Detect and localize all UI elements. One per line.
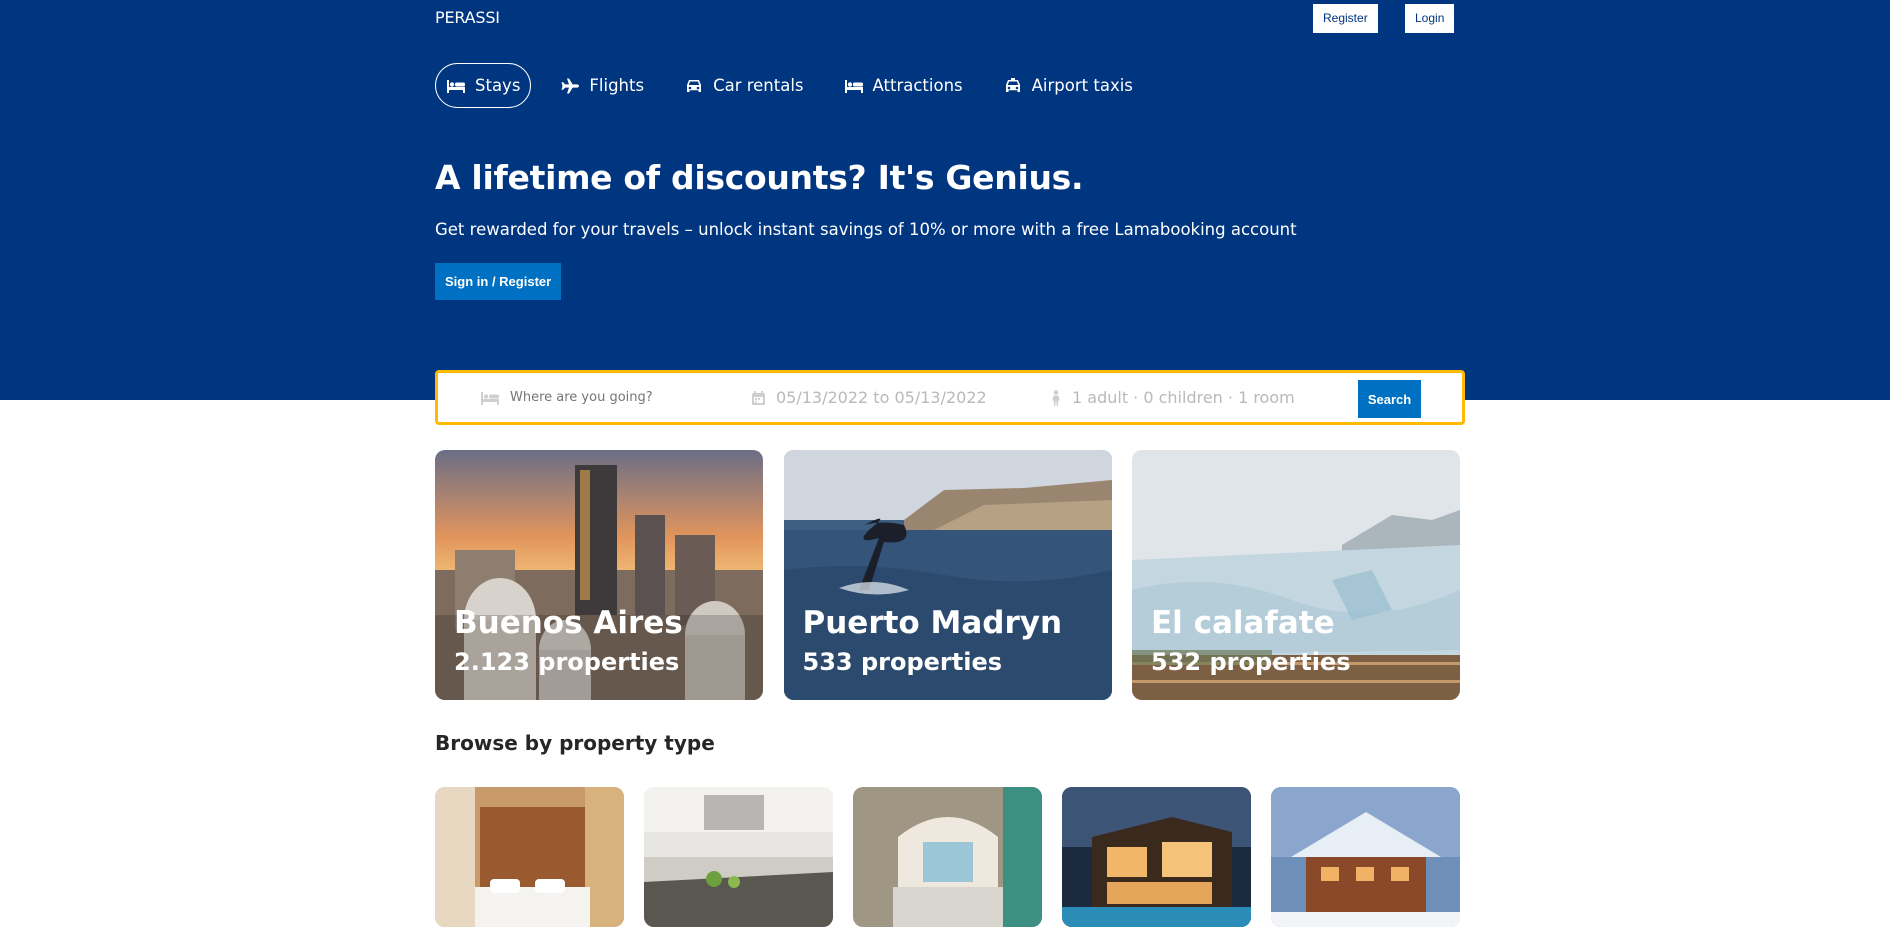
nav-item-airport-taxis[interactable]: Airport taxis xyxy=(992,63,1144,108)
city-name: Puerto Madryn xyxy=(802,605,1063,641)
nav-item-label: Airport taxis xyxy=(1031,76,1133,95)
login-button[interactable]: Login xyxy=(1405,4,1455,33)
apartment-image xyxy=(644,787,833,927)
plane-icon xyxy=(561,78,580,93)
property-type-card[interactable] xyxy=(1271,787,1460,927)
nav-item-stays[interactable]: Stays xyxy=(435,63,532,108)
logo[interactable]: PERASSI xyxy=(435,8,500,27)
destination-field[interactable] xyxy=(480,373,710,422)
nav-item-car-rentals[interactable]: Car rentals xyxy=(673,63,814,108)
city-card-buenos-aires[interactable]: Buenos Aires 2.123 properties xyxy=(435,450,763,700)
date-range-text: 05/13/2022 to 05/13/2022 xyxy=(776,388,987,407)
hotel-image xyxy=(435,787,624,927)
sign-in-register-button[interactable]: Sign in / Register xyxy=(435,263,562,300)
property-type-card[interactable] xyxy=(644,787,833,927)
guests-text: 1 adult · 0 children · 1 room xyxy=(1072,388,1295,407)
date-range-field[interactable]: 05/13/2022 to 05/13/2022 xyxy=(751,373,987,422)
nav-item-flights[interactable]: Flights xyxy=(549,63,655,108)
nav-item-label: Attractions xyxy=(872,76,963,95)
nav-item-attractions[interactable]: Attractions xyxy=(833,63,974,108)
bed-icon xyxy=(844,79,863,93)
city-name: El calafate xyxy=(1151,605,1335,641)
taxi-icon xyxy=(1005,77,1020,92)
bed-icon xyxy=(447,79,465,93)
hero-title: A lifetime of discounts? It's Genius. xyxy=(435,158,1084,197)
property-type-card[interactable] xyxy=(435,787,624,927)
register-button[interactable]: Register xyxy=(1313,4,1378,33)
destination-input[interactable] xyxy=(510,390,710,405)
hero-subtitle: Get rewarded for your travels – unlock i… xyxy=(435,220,1297,239)
car-icon xyxy=(687,79,702,92)
property-type-card[interactable] xyxy=(853,787,1042,927)
person-icon xyxy=(1052,389,1060,406)
nav-item-label: Car rentals xyxy=(713,76,804,95)
nav-bar: Stays Flights Car rentals Attractions Ai… xyxy=(435,63,1162,108)
city-card-puerto-madryn[interactable]: Puerto Madryn 533 properties xyxy=(783,450,1112,700)
browse-property-type-heading: Browse by property type xyxy=(435,731,715,755)
search-bar: 05/13/2022 to 05/13/2022 1 adult · 0 chi… xyxy=(435,370,1465,425)
resort-image xyxy=(853,787,1042,927)
cabin-image xyxy=(1271,787,1460,927)
city-card-el-calafate[interactable]: El calafate 532 properties xyxy=(1132,450,1460,700)
calendar-icon xyxy=(752,390,765,405)
nav-item-label: Stays xyxy=(475,76,521,95)
hero-header: PERASSI Register Login Stays Flights Car… xyxy=(0,0,1890,400)
property-type-list xyxy=(435,787,1460,927)
city-property-count: 533 properties xyxy=(802,648,1003,676)
city-property-count: 532 properties xyxy=(1151,648,1351,676)
property-type-card[interactable] xyxy=(1062,787,1251,927)
search-button[interactable]: Search xyxy=(1358,380,1421,418)
nav-item-label: Flights xyxy=(589,76,645,95)
city-name: Buenos Aires xyxy=(454,605,683,641)
bed-icon xyxy=(481,391,499,405)
featured-cities: Buenos Aires 2.123 properties Puerto Mad… xyxy=(435,450,1460,700)
city-property-count: 2.123 properties xyxy=(454,648,680,676)
villa-image xyxy=(1062,787,1251,927)
guests-field[interactable]: 1 adult · 0 children · 1 room xyxy=(1050,373,1295,422)
